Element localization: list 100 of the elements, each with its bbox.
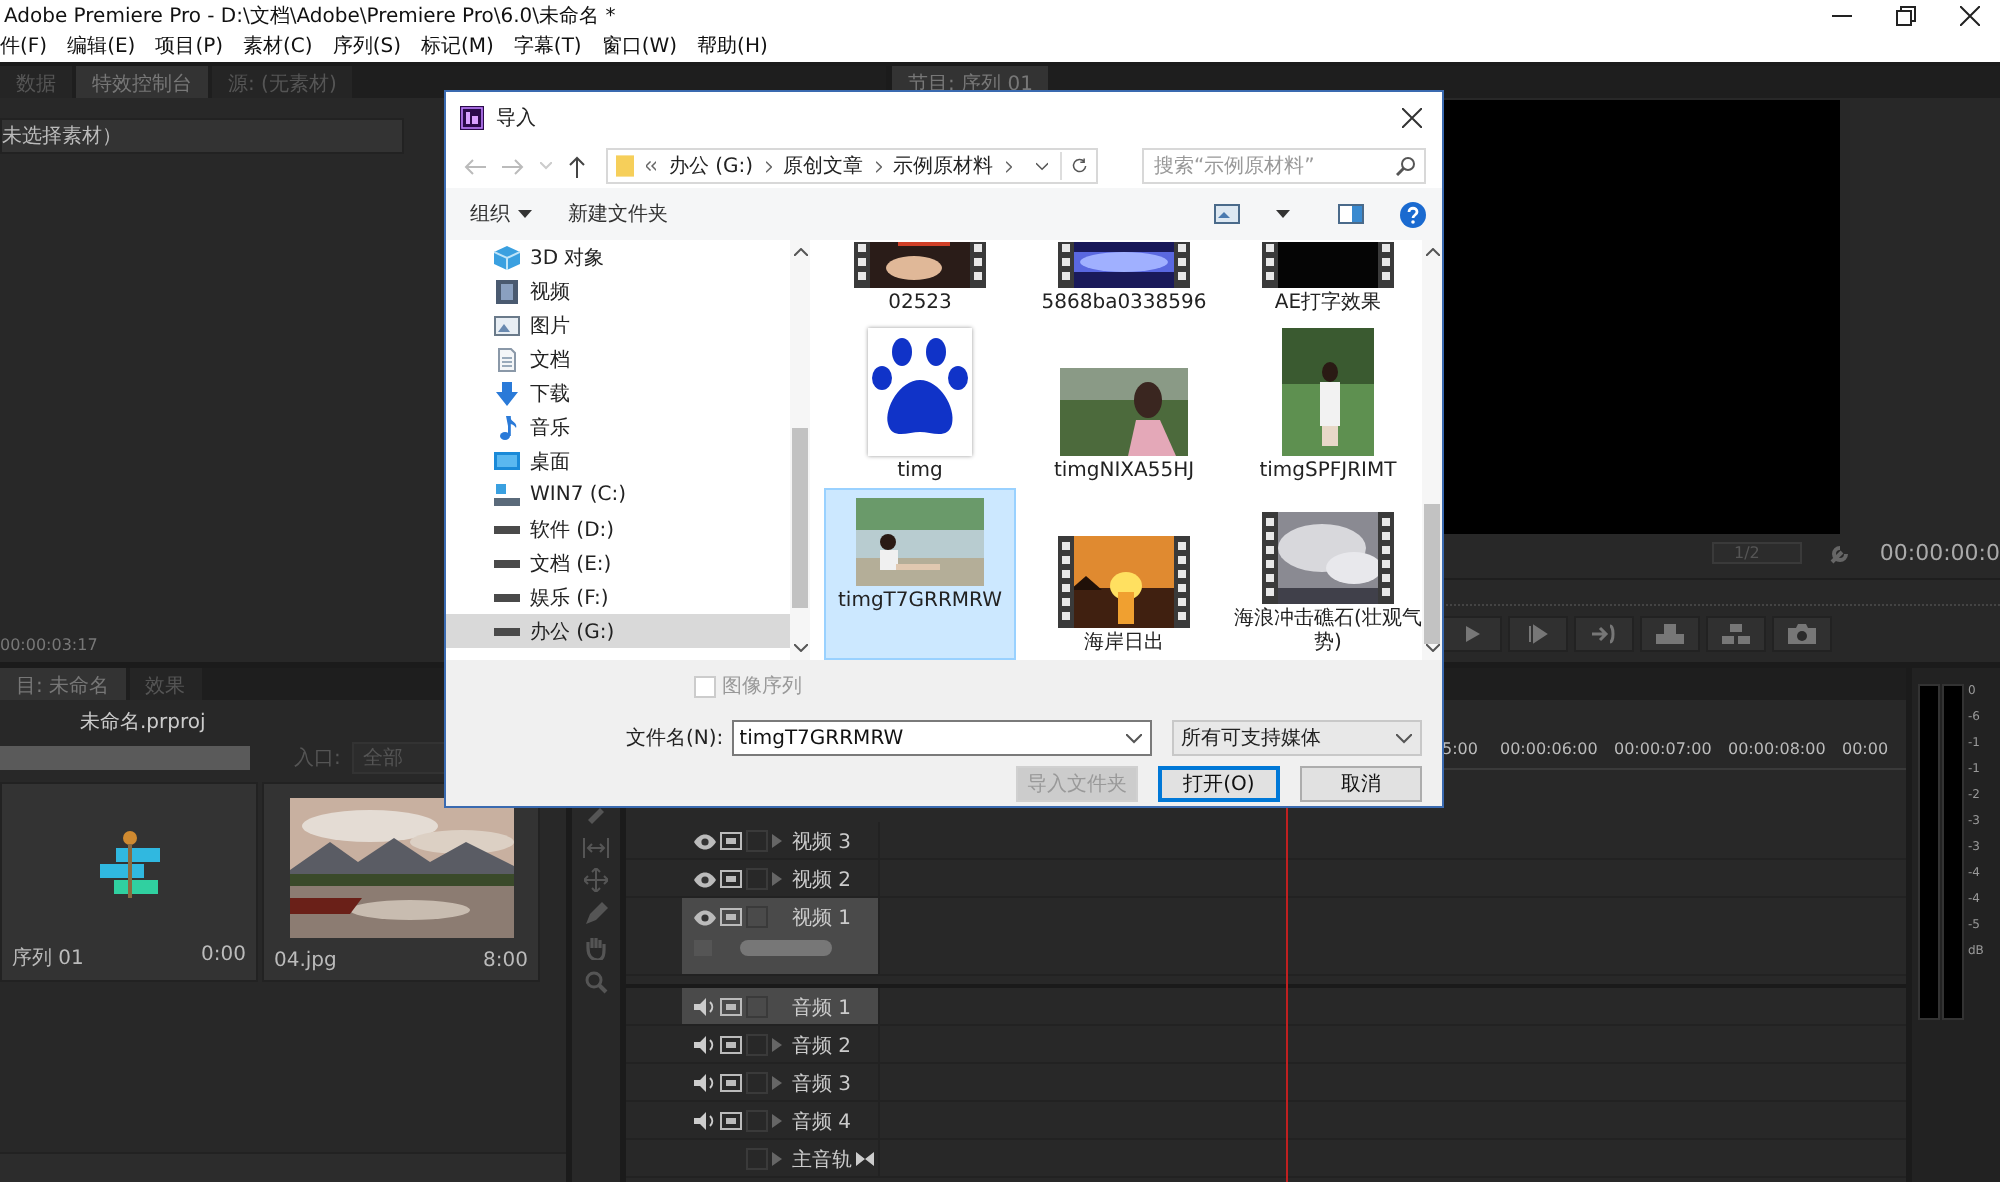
clip-dropdown[interactable]: 未选择素材） [0,118,404,154]
nav-item[interactable]: 文档 (E:) [446,546,790,580]
file-item[interactable]: 海浪冲击礁石(壮观气势) [1232,488,1422,660]
project-item[interactable]: 04.jpg 8:00 [262,782,540,982]
menu-item[interactable]: 字幕(T) [513,32,582,60]
view-icon[interactable] [1214,204,1240,224]
menu-item[interactable]: 窗口(W) [601,32,678,60]
close-icon[interactable] [1402,108,1422,128]
chevron-up-icon[interactable] [793,248,807,256]
menu-item[interactable]: 标记(M) [420,32,494,60]
breadcrumb[interactable]: 示例原材料 [893,152,994,180]
expand-icon[interactable] [772,1152,782,1166]
menu-item[interactable]: 素材(C) [243,32,313,60]
track-header[interactable]: 视频 2 [682,860,878,896]
camera-button[interactable] [1772,616,1832,652]
nav-item[interactable]: 3D 对象 [446,240,790,274]
nav-item[interactable]: 文档 [446,342,790,376]
expand-icon[interactable] [772,834,782,848]
eye-icon[interactable] [694,871,716,887]
speaker-icon[interactable] [694,1112,716,1130]
file-type-dropdown[interactable]: 所有可支持媒体 [1171,720,1422,756]
nav-item[interactable]: 音乐 [446,410,790,444]
close-icon[interactable] [1960,6,1980,26]
menu-item[interactable]: 帮助(H) [697,32,768,60]
file-item[interactable]: timgNIXA55HJ [1028,320,1220,488]
play-button[interactable] [1442,616,1502,652]
speaker-icon[interactable] [694,998,716,1016]
track-header[interactable]: 音频 3 [682,1064,878,1100]
sync-icon[interactable] [720,1036,742,1054]
nav-item[interactable]: 下载 [446,376,790,410]
caret-icon[interactable] [1276,210,1290,218]
refresh-icon[interactable] [1072,156,1088,176]
file-name-field[interactable]: timgT7GRRMRW [731,720,1152,756]
expand-icon[interactable] [772,1076,782,1090]
nav-item[interactable]: 视频 [446,274,790,308]
file-item[interactable]: AE打字效果 [1232,240,1422,320]
sync-icon[interactable] [720,908,742,926]
file-item[interactable]: 02523 [824,240,1016,320]
scrollbar[interactable] [1422,240,1442,660]
nav-item[interactable]: 软件 (D:) [446,512,790,546]
file-item[interactable]: 海岸日出 [1028,488,1220,660]
track-header[interactable]: 音频 1 [682,988,878,1024]
lift-button[interactable] [1640,616,1700,652]
file-item[interactable]: timg [824,320,1016,488]
chevron-right-icon[interactable] [765,159,772,173]
track-header[interactable]: 音频 4 [682,1102,878,1138]
nav-item[interactable]: WIN7 (C:) [446,478,790,512]
wrench-icon[interactable] [1829,541,1852,563]
project-item[interactable]: 序列 01 0:00 [0,782,258,982]
bowtie-icon[interactable] [856,1152,874,1166]
search-field[interactable]: 搜索“示例原材料” [1142,148,1426,184]
menu-item[interactable]: 件(F) [0,32,48,60]
search-field[interactable] [0,746,250,770]
track-header[interactable]: 音频 2 [682,1026,878,1062]
sync-icon[interactable] [720,1112,742,1130]
track-header[interactable]: 视频 3 [682,822,878,858]
sync-icon[interactable] [720,998,742,1016]
file-item[interactable]: timgSPFJRIMT [1232,320,1422,488]
breadcrumb[interactable]: 办公 (G:) [668,152,753,180]
nav-item[interactable]: 图片 [446,308,790,342]
sync-icon[interactable] [720,870,742,888]
organize-button[interactable]: 组织 [470,200,532,228]
eye-icon[interactable] [694,909,716,925]
expand-icon[interactable] [772,1038,782,1052]
speaker-icon[interactable] [694,1074,716,1092]
file-item[interactable]: 5868ba0338596 [1028,240,1220,320]
dialog-button[interactable]: 取消 [1300,766,1422,802]
file-item[interactable]: timgT7GRRMRW [824,488,1016,660]
scrollbar[interactable] [790,240,810,660]
track-header[interactable]: 主音轨 [682,1140,878,1176]
dialog-button[interactable]: 打开(O) [1158,766,1280,802]
restore-icon[interactable] [1896,6,1916,26]
speaker-icon[interactable] [694,1036,716,1054]
expand-icon[interactable] [772,872,782,886]
help-icon[interactable] [1400,201,1426,227]
menu-item[interactable]: 编辑(E) [67,32,136,60]
sync-icon[interactable] [720,1074,742,1092]
sync-icon[interactable] [720,832,742,850]
up-icon[interactable] [568,155,586,177]
menu-item[interactable]: 项目(P) [155,32,224,60]
nav-item[interactable]: 娱乐 (F:) [446,580,790,614]
track-header[interactable]: 视频 1 [682,898,878,974]
preview-pane-icon[interactable] [1338,204,1364,224]
extract-button[interactable] [1706,616,1766,652]
nav-item[interactable]: 办公 (G:) [446,614,790,648]
breadcrumb[interactable]: 原创文章 [783,152,864,180]
chevron-right-icon[interactable] [1005,159,1012,173]
chevron-up-icon[interactable] [1425,248,1439,256]
chevron-down-icon[interactable] [1035,161,1048,171]
address-bar[interactable]: 办公 (G:) 原创文章 示例原材料 [606,148,1098,184]
expand-icon[interactable] [772,1114,782,1128]
new-folder-button[interactable]: 新建文件夹 [568,200,668,228]
go-to-out-button[interactable] [1574,616,1634,652]
nav-item[interactable]: 桌面 [446,444,790,478]
chevron-down-icon[interactable] [1425,644,1439,652]
chevron-down-icon[interactable] [1125,734,1142,744]
eye-icon[interactable] [694,833,716,849]
menu-item[interactable]: 序列(S) [332,32,401,60]
chevron-down-icon[interactable] [793,644,807,652]
step-forward-button[interactable] [1508,616,1568,652]
